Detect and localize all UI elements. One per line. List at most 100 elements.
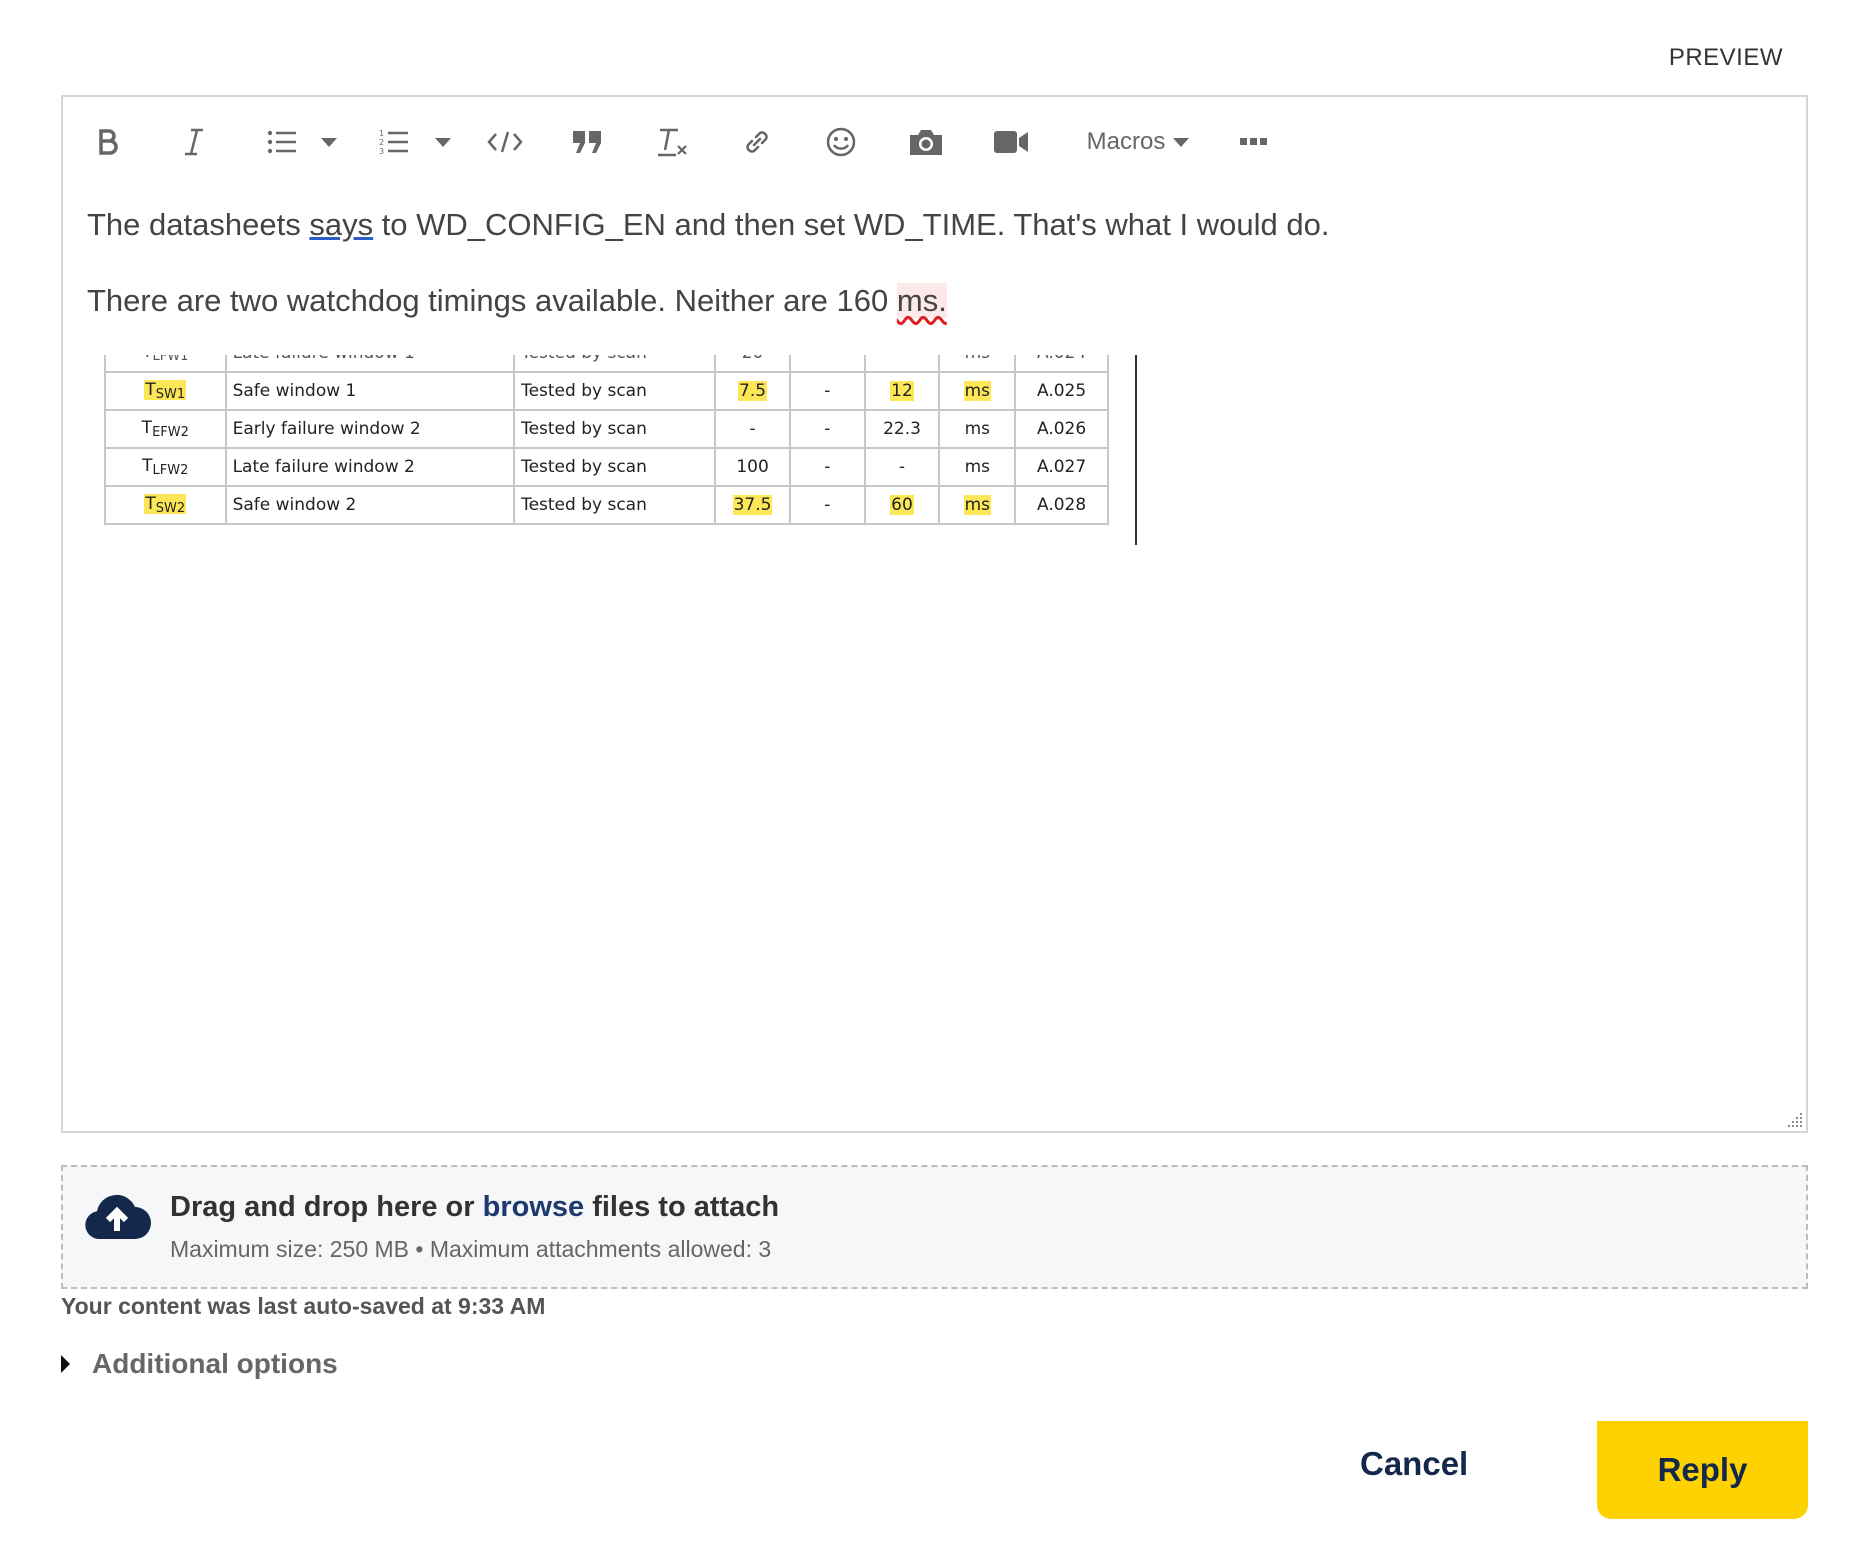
browse-link[interactable]: browse (483, 1191, 585, 1223)
video-icon[interactable] (991, 117, 1031, 167)
quote-icon[interactable] (569, 117, 605, 167)
table-cell: - (714, 409, 791, 449)
text-cursor (1135, 355, 1137, 545)
symbol-subscript: LFW1 (152, 355, 189, 364)
highlighted-value: 37.5 (732, 495, 773, 515)
clear-format-icon[interactable] (655, 117, 691, 167)
highlighted-value: 7.5 (738, 381, 768, 401)
table-cell: Late failure window 1 (224, 355, 516, 373)
paragraph-1: The datasheets says to WD_CONFIG_EN and … (87, 207, 1330, 242)
symbol-letter: T (145, 380, 156, 400)
macros-dropdown[interactable]: Macros (1083, 117, 1193, 167)
embedded-datasheet-image[interactable]: TLFW1Late failure window 1Tested by scan… (104, 355, 1114, 551)
highlighted-value: ms (963, 381, 991, 401)
table-cell: 60 (863, 485, 941, 525)
table-cell: - (788, 447, 866, 487)
says-link[interactable]: says (309, 207, 373, 242)
table-cell-symbol: TLFW1 (104, 355, 227, 373)
table-row: TSW2 Safe window 2 Tested by scan 37.5- 60 ms… (104, 485, 1109, 525)
svg-text:1: 1 (379, 129, 384, 138)
camera-icon[interactable] (907, 117, 945, 167)
table-cell: 37.5 (714, 485, 791, 525)
editor-content[interactable]: The datasheets says to WD_CONFIG_EN and … (87, 205, 1782, 321)
table-cell: A.024 (1014, 355, 1109, 373)
highlighted-value: ms (963, 495, 991, 515)
more-icon[interactable] (1239, 117, 1269, 167)
table-cell-symbol: TEFW2 (104, 409, 227, 449)
numbered-list-icon[interactable]: 123 (377, 117, 411, 167)
table-cell-symbol: TSW1 (104, 371, 227, 411)
table-cell: Tested by scan (513, 447, 717, 487)
link-icon[interactable] (739, 117, 775, 167)
svg-text:2: 2 (379, 138, 384, 147)
numbered-list-dropdown-icon[interactable] (433, 117, 453, 167)
table-cell: Tested by scan (513, 371, 717, 411)
cloud-upload-icon (83, 1187, 151, 1248)
dropzone-limits: Maximum size: 250 MB • Maximum attachmen… (170, 1236, 772, 1262)
highlighted-value: 60 (890, 495, 914, 515)
table-cell-symbol: TLFW2 (104, 447, 227, 487)
table-cell-symbol: TSW2 (104, 485, 227, 525)
autosave-status: Your content was last auto-saved at 9:33… (61, 1293, 546, 1319)
table-row: TLFW2 Late failure window 2 Tested by scan… (104, 447, 1109, 487)
table-cell: A.025 (1014, 371, 1109, 411)
rich-text-editor[interactable]: 123 Macros The datasheets says to WD_CON… (61, 95, 1808, 1133)
table-cell: Safe window 1 (224, 371, 516, 411)
table-row: TSW1 Safe window 1 Tested by scan 7.5- 12 ms A… (104, 371, 1109, 411)
svg-text:3: 3 (379, 147, 384, 156)
table-cell: A.027 (1014, 447, 1109, 487)
table-cell: ms (938, 355, 1017, 373)
table-cell: Tested by scan (513, 355, 717, 373)
symbol-subscript: EFW2 (152, 425, 189, 440)
cancel-button[interactable]: Cancel (1360, 1445, 1468, 1483)
additional-options-label: Additional options (92, 1348, 338, 1379)
bullet-list-icon[interactable] (265, 117, 299, 167)
table-cell: - (788, 409, 866, 449)
highlighted-value: 12 (890, 381, 914, 401)
code-icon[interactable] (485, 117, 525, 167)
reply-button[interactable]: Reply (1597, 1421, 1808, 1519)
table-cell: - (788, 371, 866, 411)
emoji-icon[interactable] (823, 117, 859, 167)
table-cell: 22.3 (863, 409, 941, 449)
symbol: TEFW2 (141, 418, 189, 440)
symbol-letter: T (142, 456, 153, 476)
paragraph-2: There are two watchdog timings available… (87, 283, 947, 318)
table-cell: Safe window 2 (224, 485, 516, 525)
symbol-letter: T (145, 494, 156, 514)
bold-icon[interactable] (93, 117, 123, 167)
preview-link[interactable]: PREVIEW (1669, 44, 1783, 72)
misspelled-word[interactable]: ms. (896, 283, 947, 318)
resize-grip-icon[interactable] (1786, 1111, 1804, 1129)
table-cell: ms (938, 447, 1017, 487)
table-row: TLFW1Late failure window 1Tested by scan… (104, 355, 1109, 373)
table-row: TEFW2 Early failure window 2 Tested by sca… (104, 409, 1109, 449)
table-cell: A.028 (1014, 485, 1109, 525)
symbol: TLFW2 (142, 456, 189, 478)
symbol-subscript: LFW2 (152, 463, 189, 478)
table-cell: ms (938, 409, 1017, 449)
table-cell: A.026 (1014, 409, 1109, 449)
macros-label: Macros (1086, 128, 1166, 155)
additional-options-toggle[interactable]: Additional options (61, 1348, 338, 1380)
caret-right-icon (61, 1355, 70, 1373)
symbol-subscript: SW2 (155, 501, 186, 516)
table-cell (863, 355, 941, 373)
bullet-list-dropdown-icon[interactable] (319, 117, 339, 167)
table-cell: - (788, 485, 866, 525)
table-cell: ms (938, 485, 1017, 525)
table-cell: ms (938, 371, 1017, 411)
table-cell: Early failure window 2 (224, 409, 516, 449)
symbol-letter: T (141, 418, 153, 438)
symbol: TSW2 (144, 494, 187, 516)
table-cell: - (863, 447, 941, 487)
chevron-down-icon (1173, 137, 1190, 147)
table-cell: Tested by scan (513, 485, 717, 525)
symbol: TSW1 (144, 380, 187, 402)
table-cell: 12 (863, 371, 941, 411)
table-cell: 100 (714, 447, 791, 487)
attachment-dropzone[interactable]: Drag and drop here or browse files to at… (61, 1165, 1808, 1289)
table-cell: 20 (714, 355, 791, 373)
datasheet-table: TLFW1Late failure window 1Tested by scan… (104, 355, 1109, 525)
italic-icon[interactable] (179, 117, 209, 167)
